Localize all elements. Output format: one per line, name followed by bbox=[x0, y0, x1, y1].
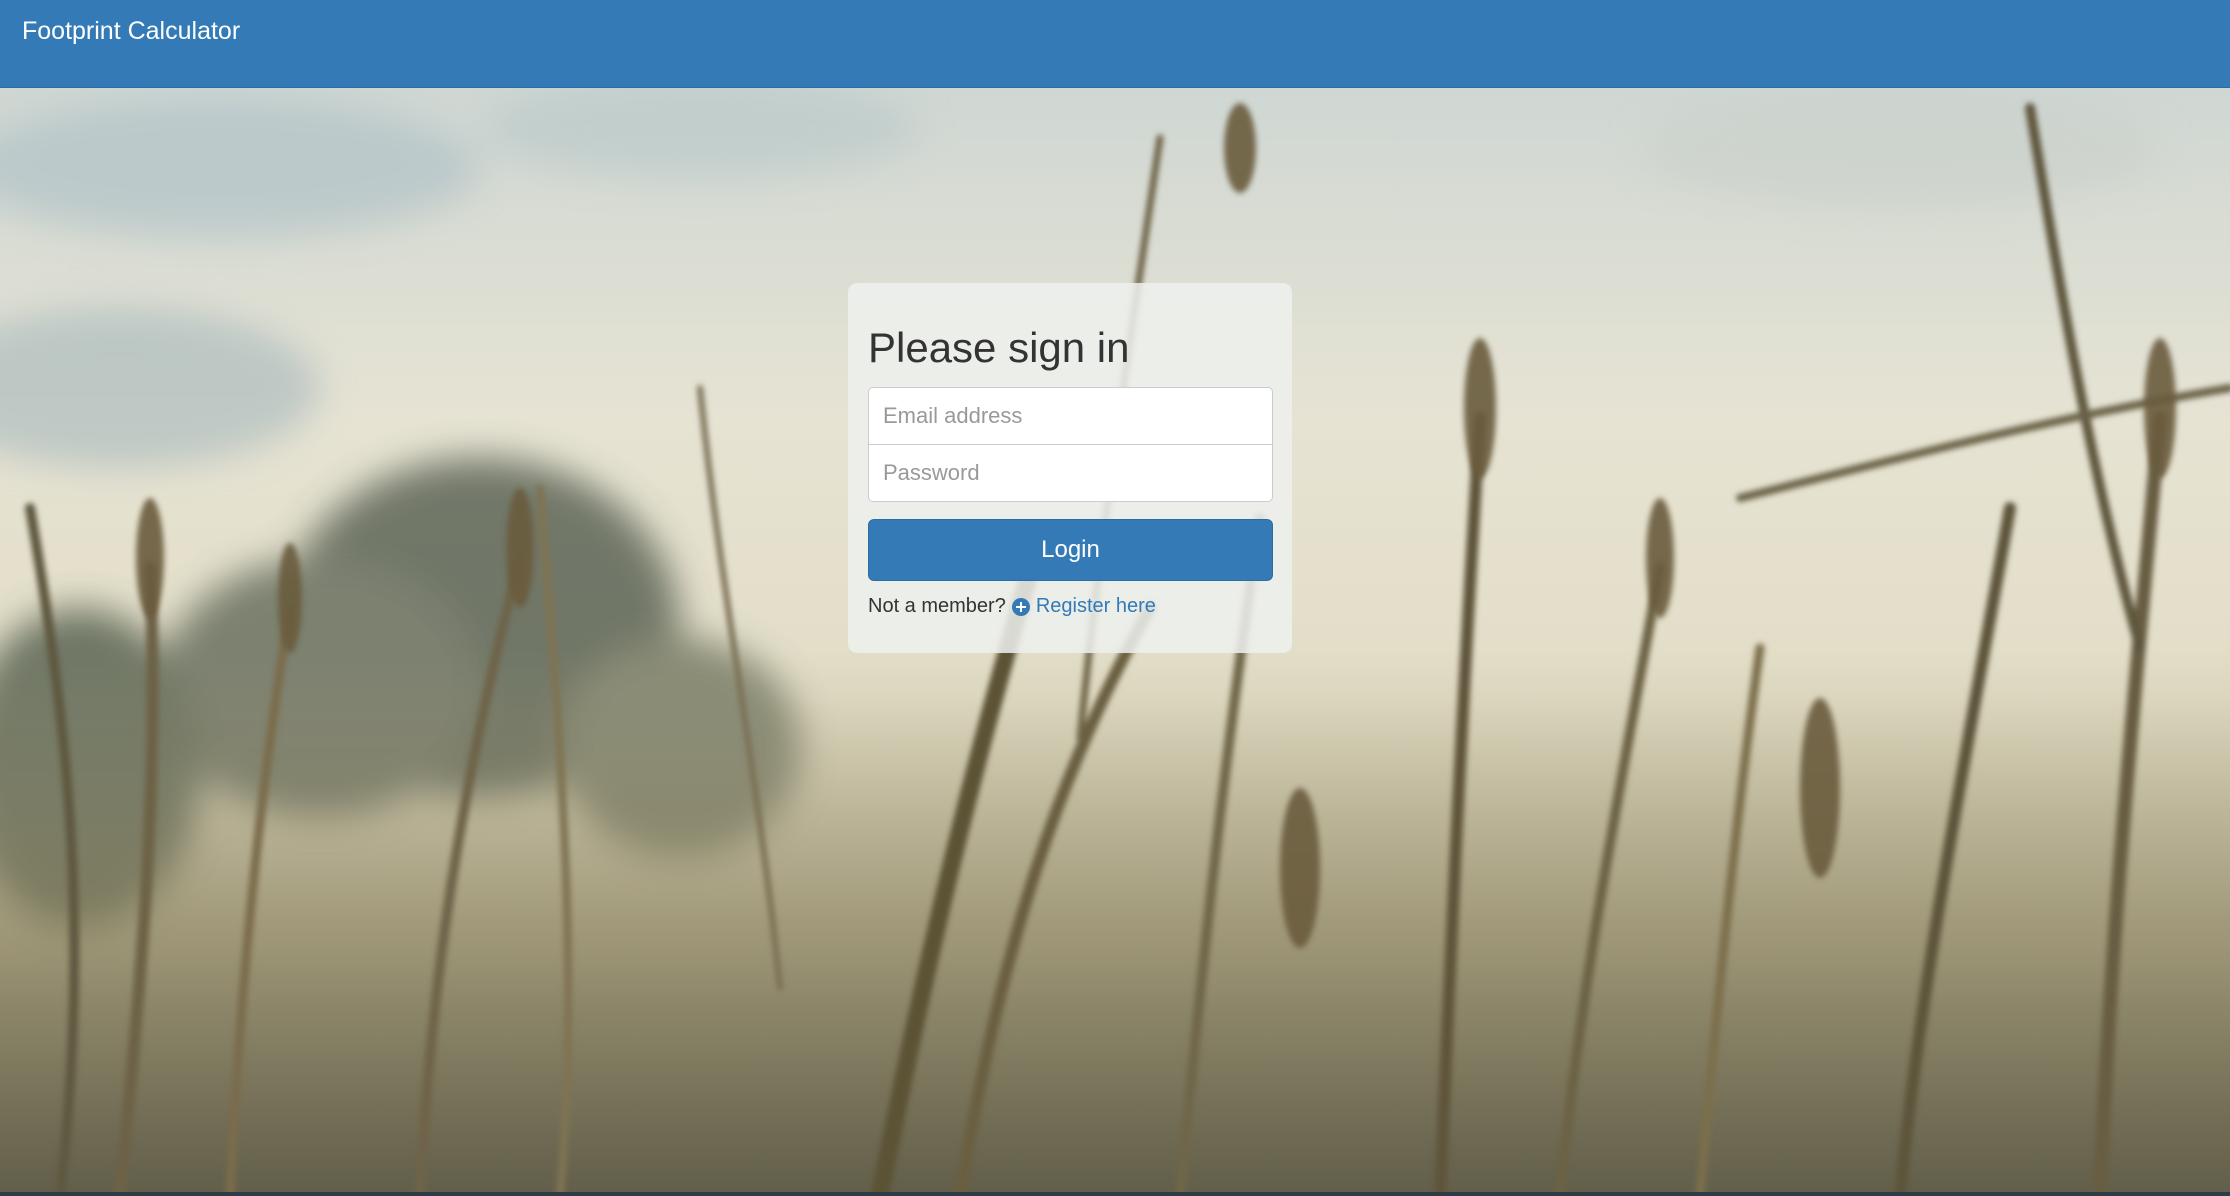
register-link-label: Register here bbox=[1035, 595, 1156, 617]
password-input[interactable] bbox=[868, 444, 1273, 502]
not-member-text: Not a member? bbox=[868, 595, 1006, 617]
login-button[interactable]: Login bbox=[868, 519, 1273, 581]
register-link[interactable]: Register here bbox=[1011, 595, 1156, 618]
login-heading: Please sign in bbox=[868, 324, 1130, 371]
brand-link[interactable]: Footprint Calculator bbox=[22, 16, 240, 46]
email-input[interactable] bbox=[868, 387, 1273, 445]
bottom-edge bbox=[0, 1192, 2230, 1196]
plus-circle-icon bbox=[1011, 597, 1030, 616]
register-row: Not a member? Register here bbox=[868, 595, 1156, 618]
login-panel: Please sign in Login Not a member? Regis… bbox=[848, 283, 1292, 653]
top-navbar: Footprint Calculator bbox=[0, 0, 2230, 88]
